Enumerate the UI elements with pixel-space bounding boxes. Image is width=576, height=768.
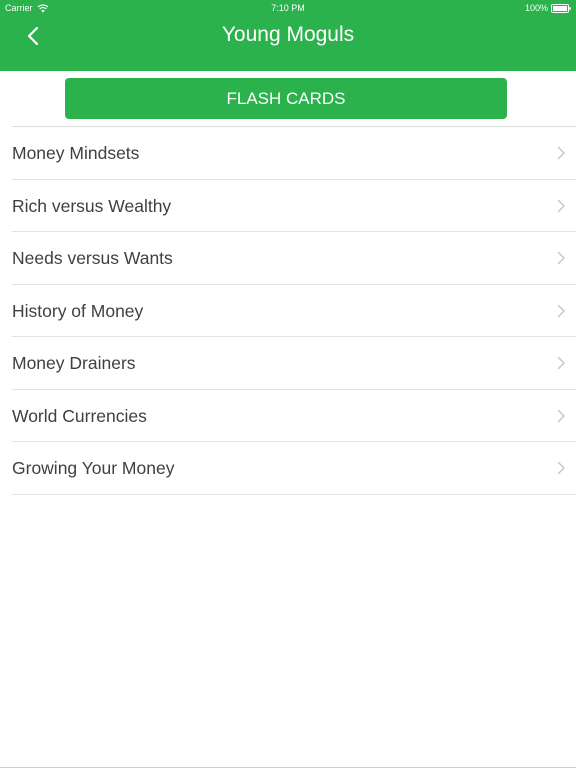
list-item-label: Needs versus Wants xyxy=(12,248,173,268)
app-header: Carrier 7:10 PM 100% Young Moguls xyxy=(0,0,576,71)
list-item-history-of-money[interactable]: History of Money xyxy=(12,285,576,337)
list-item-label: Money Drainers xyxy=(12,353,136,373)
battery-icon xyxy=(551,3,571,13)
status-battery-group: 100% xyxy=(525,3,571,13)
list-item-label: History of Money xyxy=(12,300,144,321)
list-item-label: Money Mindsets xyxy=(12,143,140,163)
navigation-bar: Young Moguls xyxy=(0,16,576,56)
page-title: Young Moguls xyxy=(221,23,355,46)
list-item-money-drainers[interactable]: Money Drainers xyxy=(12,337,576,390)
list-item-label: Rich versus Wealthy xyxy=(12,195,172,216)
list-item-label: World Currencies xyxy=(12,405,147,426)
flash-cards-button[interactable]: FLASH CARDS xyxy=(65,78,507,119)
list-item-money-mindsets[interactable]: Money Mindsets xyxy=(12,127,576,180)
topic-list: Money Mindsets Rich versus Wealthy Needs… xyxy=(12,126,576,495)
chevron-right-icon xyxy=(557,409,565,422)
battery-percentage: 100% xyxy=(524,3,548,13)
chevron-right-icon xyxy=(557,146,565,160)
chevron-right-icon xyxy=(557,461,565,475)
list-item-needs-versus-wants[interactable]: Needs versus Wants xyxy=(12,232,576,285)
status-bar: Carrier 7:10 PM 100% xyxy=(0,0,576,16)
list-item-rich-versus-wealthy[interactable]: Rich versus Wealthy xyxy=(12,180,576,232)
flash-cards-label: FLASH CARDS xyxy=(226,88,346,108)
list-item-label: Growing Your Money xyxy=(12,458,175,478)
list-item-world-currencies[interactable]: World Currencies xyxy=(12,390,576,442)
list-item-growing-your-money[interactable]: Growing Your Money xyxy=(12,442,576,495)
chevron-right-icon xyxy=(557,356,565,370)
status-time: 7:10 PM xyxy=(271,3,305,13)
chevron-right-icon xyxy=(557,251,565,265)
chevron-right-icon xyxy=(557,199,565,212)
chevron-right-icon xyxy=(557,304,565,317)
